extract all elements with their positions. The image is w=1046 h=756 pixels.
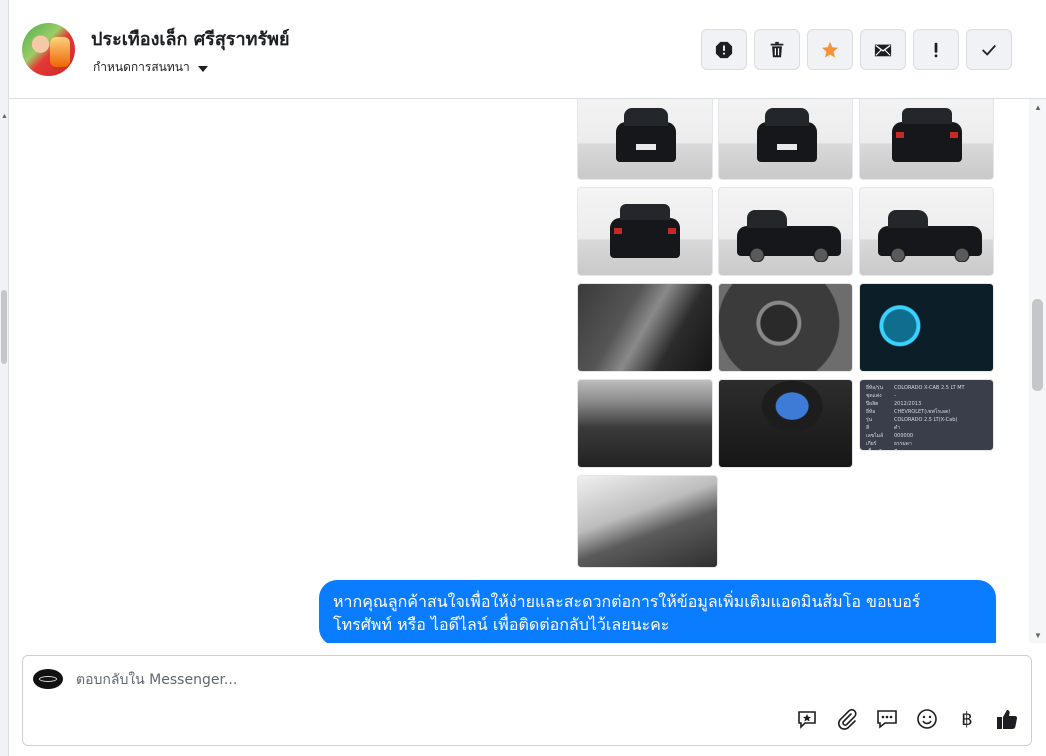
mark-done-button[interactable] [966, 29, 1012, 70]
checkmark-icon [982, 44, 996, 56]
page-logo-icon [39, 676, 57, 682]
thread-scrollbar[interactable]: ▲ ▼ [1029, 99, 1046, 643]
truck-front-shape [616, 108, 676, 162]
left-scrollbar[interactable]: ▲ [0, 0, 9, 756]
spec-value: CHEVROLET(เชฟโรเลต) [894, 409, 951, 415]
truck-photo[interactable] [577, 187, 713, 276]
scroll-up-arrow-icon[interactable]: ▲ [1, 113, 8, 120]
spec-value: ดำ [894, 425, 901, 431]
saved-reply-icon [798, 711, 816, 729]
spec-card-photo[interactable]: ยี่ห้อ/รุ่น COLORADO X-CAB 2.5 LT MT ชุดแต… [859, 379, 994, 451]
thread-scrollbar-thumb[interactable] [1032, 299, 1043, 391]
page-avatar [33, 669, 63, 689]
spec-row: สี ดำ [866, 424, 987, 432]
baht-icon: ฿ [961, 708, 973, 730]
trash-icon [770, 41, 784, 57]
scroll-down-arrow-icon[interactable]: ▼ [1034, 631, 1042, 640]
left-scrollbar-thumb[interactable] [1, 290, 7, 364]
gauge-photo[interactable] [859, 283, 994, 372]
spec-row: ชุดแต่ง - [866, 392, 987, 400]
reply-input[interactable] [76, 670, 776, 690]
spec-value: - [894, 393, 896, 399]
interior-photo[interactable] [577, 379, 713, 468]
spec-key: เชื้อเพลิง [866, 448, 886, 450]
spam-button[interactable] [701, 29, 747, 70]
smiley-icon [917, 709, 937, 729]
quick-replies-button[interactable] [875, 707, 899, 731]
truck-photo[interactable] [718, 187, 853, 276]
contact-name[interactable]: ประเทืองเล็ก ศรีสุราทรัพย์ [91, 24, 290, 53]
star-icon [821, 41, 839, 58]
follow-up-button[interactable] [913, 29, 959, 70]
spec-row: ปีผลิต 2012/2013 [866, 400, 987, 408]
caret-down-icon [197, 65, 208, 72]
truck-photo[interactable] [577, 99, 713, 180]
reply-composer: ฿ [22, 655, 1032, 746]
spec-key: รุ่น [866, 417, 873, 423]
truck-front-shape [757, 108, 817, 162]
like-button[interactable] [995, 707, 1019, 731]
attach-button[interactable] [835, 707, 859, 731]
exclamation-icon [934, 42, 938, 57]
spec-key: สี [866, 425, 870, 431]
truck-side-shape [878, 210, 982, 262]
interior-photo[interactable] [718, 379, 853, 468]
spec-key: ปีผลิต [866, 401, 879, 407]
outgoing-message-bubble[interactable]: หากคุณลูกค้าสนใจเพื่อให้ง่ายและสะดวกต่อก… [319, 580, 996, 643]
truck-side-shape [737, 210, 841, 262]
message-line: หากคุณลูกค้าสนใจเพื่อให้ง่ายและสะดวกต่อก… [333, 592, 921, 611]
alert-octagon-icon [715, 41, 733, 58]
paperclip-icon [837, 708, 857, 730]
spec-value: ดีเซล [894, 448, 905, 450]
spec-value: COLORADO X-CAB 2.5 LT MT [894, 385, 965, 391]
mark-unread-button[interactable] [860, 29, 906, 70]
scroll-up-arrow-icon[interactable]: ▲ [1034, 103, 1042, 112]
inbox-conversation-window: ▲ ประเทืองเล็ก ศรีสุราทรัพย์ กำหนดการสนท… [0, 0, 1046, 756]
truck-photo[interactable] [859, 187, 994, 276]
spec-key: เลขไมล์ [866, 433, 884, 439]
composer-toolbar: ฿ [795, 707, 1019, 731]
message-line: โทรศัพท์ หรือ ไอดีไลน์ เพื่อติดต่อกลับไว… [333, 615, 670, 634]
assign-conversation-dropdown[interactable]: กำหนดการสนทนา [93, 58, 208, 77]
truck-photo[interactable] [859, 99, 994, 180]
truck-rear-shape [892, 108, 962, 162]
chat-bubble-icon [877, 710, 897, 729]
spec-row: เชื้อเพลิง ดีเซล [866, 448, 987, 450]
spec-row: ยี่ห้อ CHEVROLET(เชฟโรเลต) [866, 408, 987, 416]
contact-avatar[interactable] [22, 23, 75, 76]
interior-photo[interactable] [577, 283, 713, 372]
spec-value: ธรรมดา [894, 441, 912, 447]
payment-button[interactable]: ฿ [955, 707, 979, 731]
thumbs-up-icon [997, 710, 1018, 729]
truck-photo[interactable] [718, 99, 853, 180]
spec-value: 000000 [894, 433, 914, 439]
spec-value: COLORADO 2.5 LT(X-Cab) [894, 417, 958, 423]
assign-conversation-label: กำหนดการสนทนา [93, 60, 190, 74]
truck-rear-shape [610, 204, 680, 258]
saved-reply-button[interactable] [795, 707, 819, 731]
spec-row: ยี่ห้อ/รุ่น COLORADO X-CAB 2.5 LT MT [866, 384, 987, 392]
emoji-button[interactable] [915, 707, 939, 731]
spec-row: เกียร์ ธรรมดา [866, 440, 987, 448]
header-actions [701, 29, 1012, 70]
interior-photo[interactable] [718, 283, 853, 372]
spec-key: ยี่ห้อ/รุ่น [866, 385, 884, 391]
conversation-header: ประเทืองเล็ก ศรีสุราทรัพย์ กำหนดการสนทนา [9, 0, 1046, 99]
star-button[interactable] [807, 29, 853, 70]
message-thread[interactable]: ยี่ห้อ/รุ่น COLORADO X-CAB 2.5 LT MT ชุดแต… [9, 99, 1029, 643]
interior-photo[interactable] [577, 475, 718, 568]
envelope-icon [874, 44, 892, 56]
delete-button[interactable] [754, 29, 800, 70]
spec-row: เลขไมล์ 000000 [866, 432, 987, 440]
spec-value: 2012/2013 [894, 401, 922, 407]
spec-row: รุ่น COLORADO 2.5 LT(X-Cab) [866, 416, 987, 424]
spec-key: ยี่ห้อ [866, 409, 876, 415]
spec-key: เกียร์ [866, 441, 877, 447]
spec-key: ชุดแต่ง [866, 393, 882, 399]
